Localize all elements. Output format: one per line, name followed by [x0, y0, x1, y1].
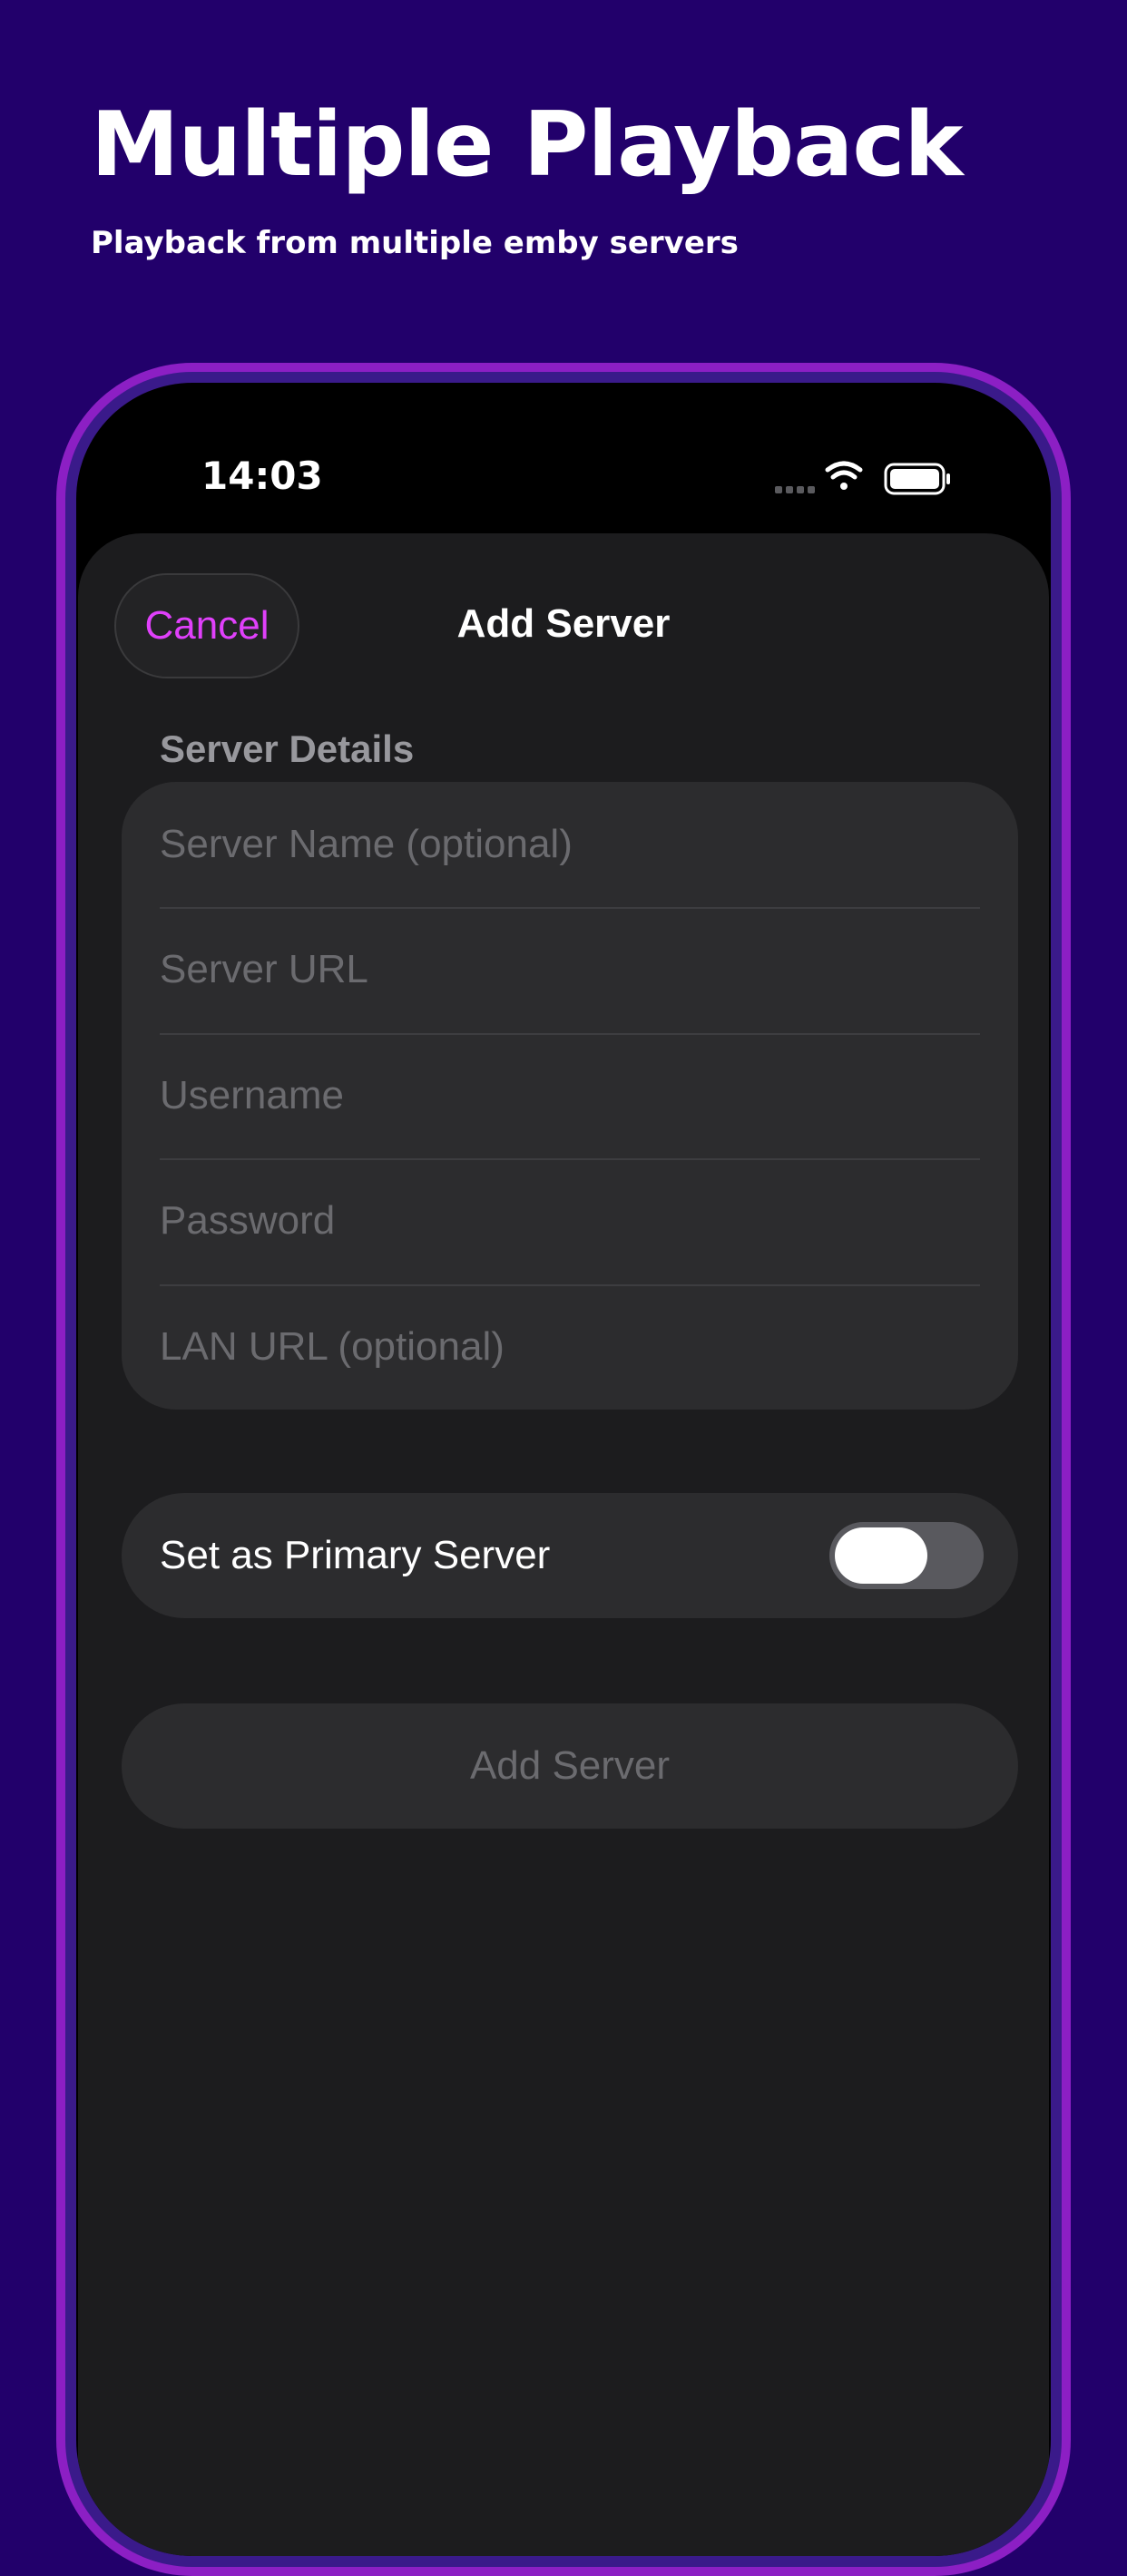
password-input[interactable] [160, 1158, 980, 1284]
cancel-button[interactable]: Cancel [114, 573, 299, 678]
add-server-button[interactable]: Add Server [122, 1703, 1018, 1829]
lan-url-input[interactable] [160, 1283, 980, 1410]
field-row-server-name [122, 782, 1018, 907]
status-icons [775, 461, 950, 495]
phone-frame: 14:03 Add Server Cancel Server Details S… [56, 363, 1071, 2576]
primary-server-label: Set as Primary Server [160, 1533, 551, 1577]
status-time: 14:03 [201, 454, 323, 498]
field-row-username [122, 1032, 1018, 1158]
server-url-input[interactable] [160, 907, 980, 1033]
server-details-group [122, 782, 1018, 1410]
toggle-knob [835, 1527, 927, 1584]
battery-icon [884, 463, 950, 495]
field-row-server-url [122, 907, 1018, 1033]
primary-server-row: Set as Primary Server [122, 1493, 1018, 1618]
phone-bezel: 14:03 Add Server Cancel Server Details S… [65, 372, 1062, 2567]
field-row-password [122, 1158, 1018, 1284]
add-server-sheet: Add Server Cancel Server Details Server … [78, 533, 1049, 2556]
server-name-input[interactable] [160, 782, 980, 907]
phone-screen: 14:03 Add Server Cancel Server Details S… [76, 383, 1051, 2556]
cellular-signal-icon [775, 486, 815, 493]
username-input[interactable] [160, 1032, 980, 1158]
wifi-icon [825, 461, 863, 490]
section-header-server-details: Server Details [160, 727, 415, 770]
field-row-lan-url [122, 1283, 1018, 1410]
primary-server-toggle[interactable] [829, 1522, 984, 1589]
promo-subheadline: Playback from multiple emby servers [91, 225, 739, 261]
promo-headline: Multiple Playback [91, 93, 964, 197]
